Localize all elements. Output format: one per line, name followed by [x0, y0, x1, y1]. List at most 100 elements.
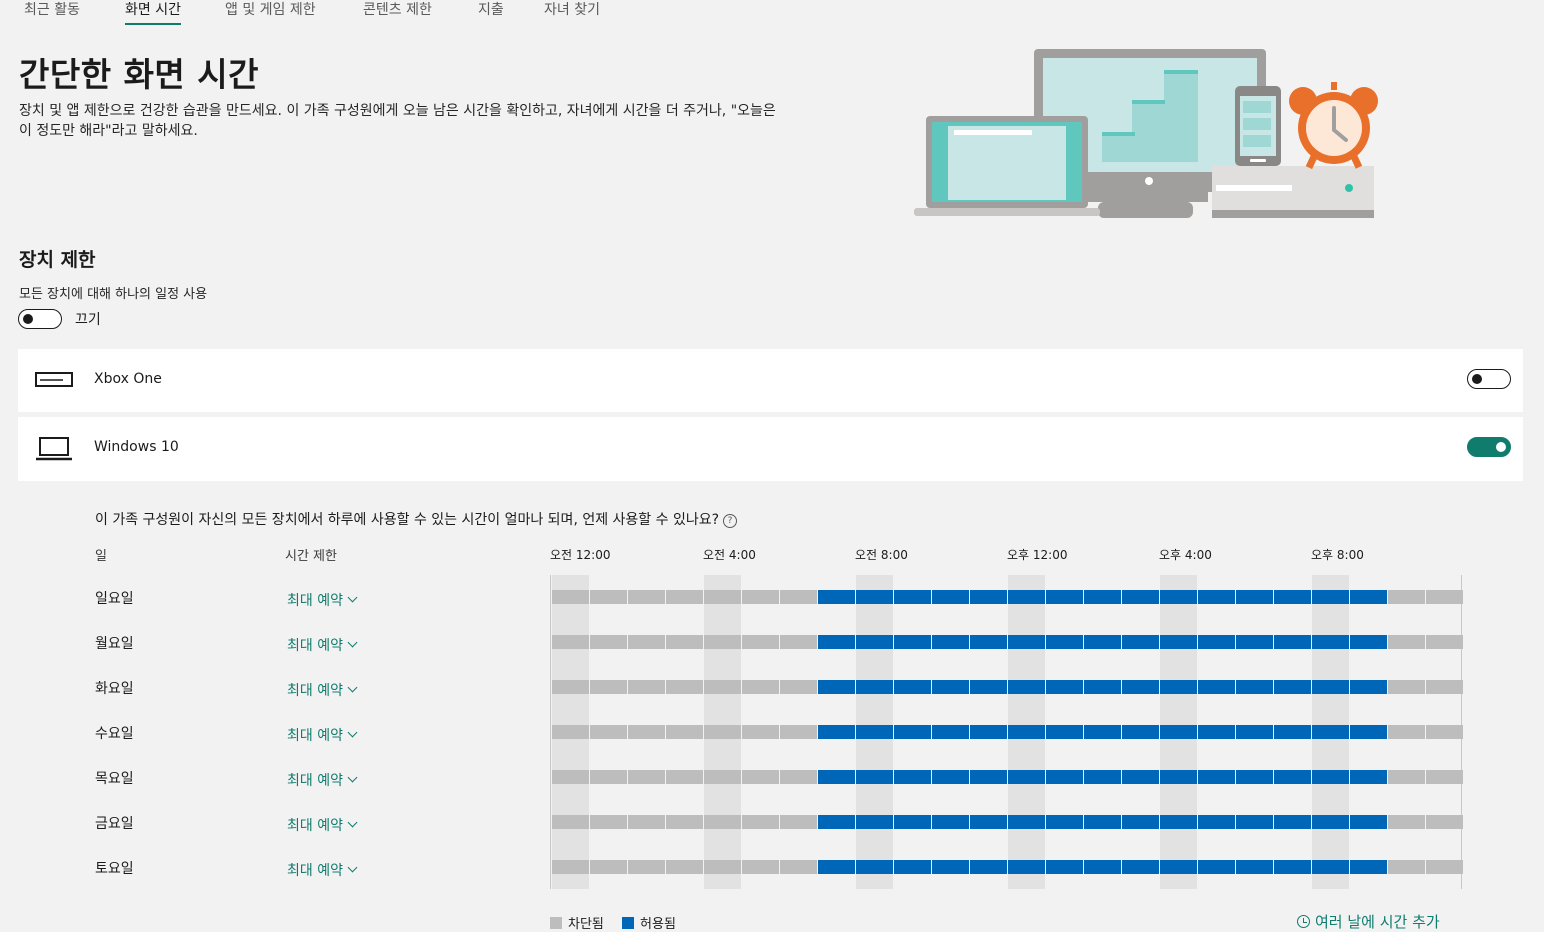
- time-slot-blocked[interactable]: [666, 635, 703, 649]
- time-slot-blocked[interactable]: [628, 770, 665, 784]
- time-slot-allowed[interactable]: [1312, 860, 1349, 874]
- time-slot-blocked[interactable]: [628, 680, 665, 694]
- time-slot-allowed[interactable]: [970, 725, 1007, 739]
- time-slot-allowed[interactable]: [1312, 725, 1349, 739]
- time-slot-blocked[interactable]: [1388, 725, 1425, 739]
- time-slot-allowed[interactable]: [1122, 770, 1159, 784]
- time-slot-allowed[interactable]: [894, 860, 931, 874]
- time-slot-allowed[interactable]: [1236, 590, 1273, 604]
- time-slot-blocked[interactable]: [704, 680, 741, 694]
- time-slot-allowed[interactable]: [818, 815, 855, 829]
- time-slot-blocked[interactable]: [780, 860, 817, 874]
- time-slot-allowed[interactable]: [1274, 680, 1311, 694]
- time-slot-blocked[interactable]: [552, 770, 589, 784]
- time-slot-blocked[interactable]: [780, 815, 817, 829]
- time-slot-allowed[interactable]: [1350, 590, 1387, 604]
- time-slot-allowed[interactable]: [1122, 815, 1159, 829]
- time-slot-allowed[interactable]: [1008, 860, 1045, 874]
- time-slot-allowed[interactable]: [1350, 860, 1387, 874]
- time-slot-allowed[interactable]: [1350, 680, 1387, 694]
- time-slot-allowed[interactable]: [818, 725, 855, 739]
- time-slot-blocked[interactable]: [742, 590, 779, 604]
- one-schedule-toggle[interactable]: [18, 309, 62, 329]
- time-slot-blocked[interactable]: [552, 635, 589, 649]
- time-slot-blocked[interactable]: [780, 770, 817, 784]
- time-slot-allowed[interactable]: [1350, 815, 1387, 829]
- time-slot-blocked[interactable]: [1426, 635, 1463, 649]
- time-slot-allowed[interactable]: [932, 680, 969, 694]
- time-slot-blocked[interactable]: [552, 815, 589, 829]
- time-slot-allowed[interactable]: [894, 590, 931, 604]
- tab-spending[interactable]: 지출: [478, 0, 504, 19]
- time-slot-allowed[interactable]: [1236, 635, 1273, 649]
- time-slot-allowed[interactable]: [1046, 725, 1083, 739]
- time-slot-blocked[interactable]: [704, 635, 741, 649]
- windows-10-toggle[interactable]: [1467, 437, 1511, 457]
- time-slot-blocked[interactable]: [590, 635, 627, 649]
- time-slot-blocked[interactable]: [704, 590, 741, 604]
- time-slot-allowed[interactable]: [1160, 635, 1197, 649]
- time-slot-blocked[interactable]: [552, 680, 589, 694]
- time-slot-blocked[interactable]: [590, 590, 627, 604]
- time-slot-allowed[interactable]: [818, 860, 855, 874]
- time-slot-allowed[interactable]: [1122, 680, 1159, 694]
- time-slot-allowed[interactable]: [894, 770, 931, 784]
- time-slot-allowed[interactable]: [1236, 860, 1273, 874]
- time-slot-allowed[interactable]: [1046, 860, 1083, 874]
- time-slot-allowed[interactable]: [1046, 680, 1083, 694]
- time-slot-allowed[interactable]: [1350, 635, 1387, 649]
- time-slot-blocked[interactable]: [552, 860, 589, 874]
- time-slot-allowed[interactable]: [1008, 725, 1045, 739]
- time-slot-allowed[interactable]: [1274, 635, 1311, 649]
- time-slot-allowed[interactable]: [1350, 725, 1387, 739]
- time-slot-allowed[interactable]: [1122, 860, 1159, 874]
- time-slot-blocked[interactable]: [590, 680, 627, 694]
- time-slot-blocked[interactable]: [590, 770, 627, 784]
- time-slot-allowed[interactable]: [1274, 860, 1311, 874]
- time-slot-allowed[interactable]: [1198, 815, 1235, 829]
- time-slot-blocked[interactable]: [1388, 635, 1425, 649]
- time-slot-allowed[interactable]: [1008, 590, 1045, 604]
- time-slot-blocked[interactable]: [742, 860, 779, 874]
- time-slot-allowed[interactable]: [1084, 590, 1121, 604]
- time-slot-allowed[interactable]: [932, 725, 969, 739]
- tab-app-game-limits[interactable]: 앱 및 게임 제한: [225, 0, 316, 19]
- time-slot-allowed[interactable]: [856, 770, 893, 784]
- time-slot-blocked[interactable]: [742, 725, 779, 739]
- time-slot-blocked[interactable]: [780, 635, 817, 649]
- time-slot-allowed[interactable]: [1122, 635, 1159, 649]
- time-slot-allowed[interactable]: [1236, 725, 1273, 739]
- time-slot-allowed[interactable]: [894, 815, 931, 829]
- time-slot-allowed[interactable]: [1236, 770, 1273, 784]
- time-slot-allowed[interactable]: [1274, 770, 1311, 784]
- tab-content-restrictions[interactable]: 콘텐츠 제한: [363, 0, 432, 19]
- time-slot-allowed[interactable]: [856, 725, 893, 739]
- time-slot-allowed[interactable]: [970, 770, 1007, 784]
- time-slot-allowed[interactable]: [1236, 815, 1273, 829]
- time-slot-blocked[interactable]: [1426, 680, 1463, 694]
- time-slot-blocked[interactable]: [666, 770, 703, 784]
- time-slot-blocked[interactable]: [742, 635, 779, 649]
- time-slot-blocked[interactable]: [552, 725, 589, 739]
- time-slot-allowed[interactable]: [1198, 590, 1235, 604]
- time-slot-allowed[interactable]: [932, 860, 969, 874]
- time-slot-allowed[interactable]: [1350, 770, 1387, 784]
- time-slot-allowed[interactable]: [1312, 815, 1349, 829]
- time-slot-allowed[interactable]: [1084, 680, 1121, 694]
- time-slot-allowed[interactable]: [1274, 725, 1311, 739]
- time-slot-allowed[interactable]: [818, 770, 855, 784]
- time-slot-allowed[interactable]: [932, 815, 969, 829]
- time-slot-allowed[interactable]: [856, 680, 893, 694]
- time-slot-allowed[interactable]: [856, 590, 893, 604]
- time-slot-allowed[interactable]: [970, 680, 1007, 694]
- time-slot-allowed[interactable]: [1312, 680, 1349, 694]
- time-slot-blocked[interactable]: [1388, 770, 1425, 784]
- time-slot-allowed[interactable]: [1198, 635, 1235, 649]
- time-limit-dropdown[interactable]: 최대 예약: [287, 590, 358, 610]
- time-slot-allowed[interactable]: [1122, 590, 1159, 604]
- time-slot-allowed[interactable]: [856, 860, 893, 874]
- time-limit-dropdown[interactable]: 최대 예약: [287, 770, 358, 790]
- time-limit-dropdown[interactable]: 최대 예약: [287, 635, 358, 655]
- time-slot-allowed[interactable]: [1312, 770, 1349, 784]
- time-slot-blocked[interactable]: [1426, 815, 1463, 829]
